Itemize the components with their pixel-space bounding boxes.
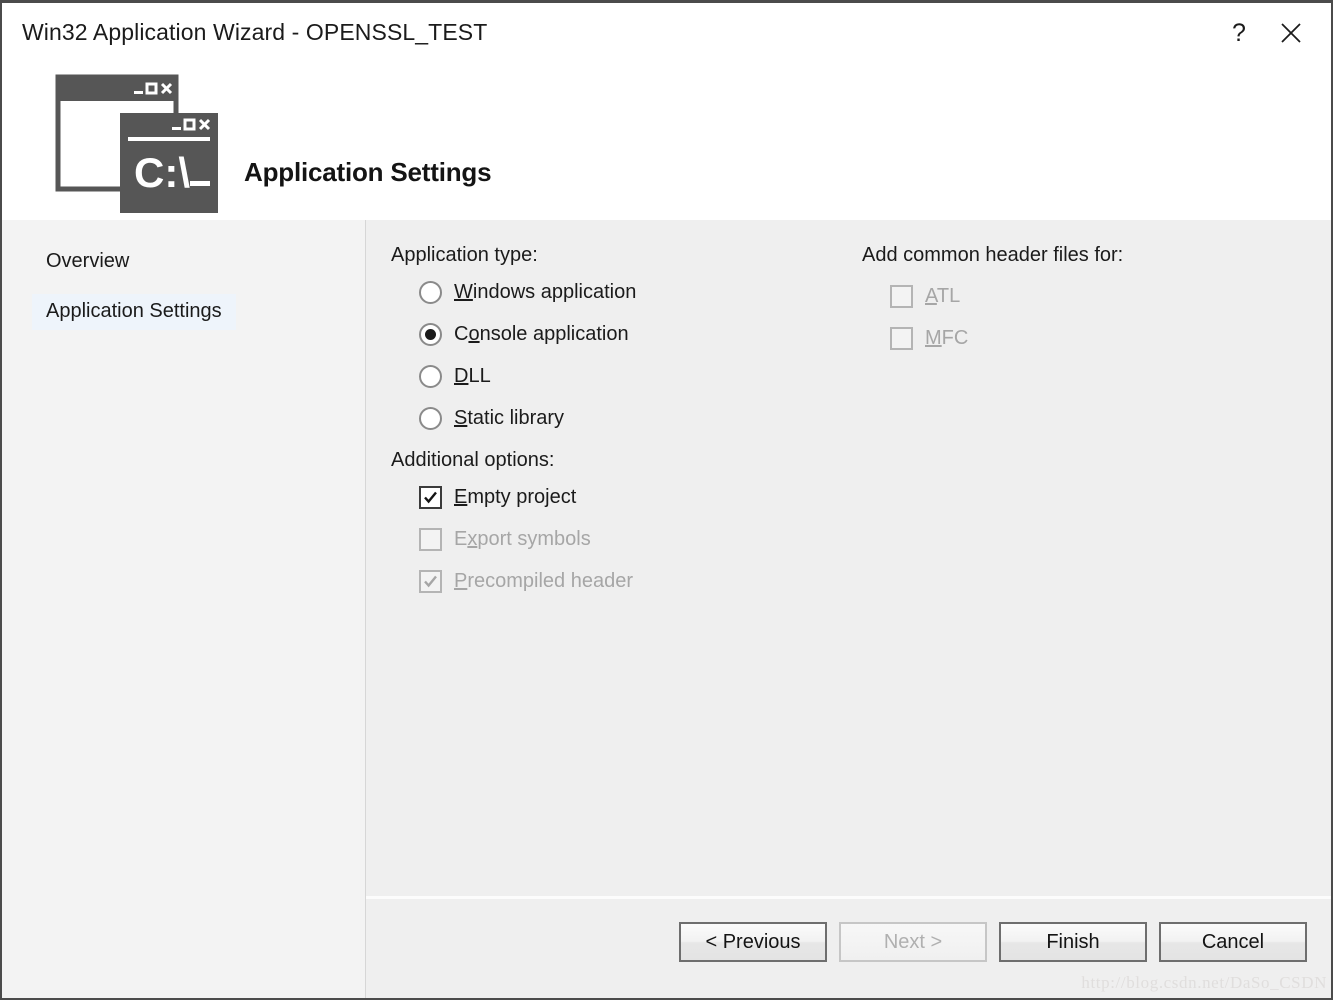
wizard-button-row: < Previous Next > Finish Cancel [679,922,1307,962]
checkbox-label: Precompiled header [454,569,633,592]
sidebar: Overview Application Settings [2,220,366,998]
checkbox-indicator [419,527,442,551]
checkbox-indicator [419,569,442,593]
window-title: Win32 Application Wizard - OPENSSL_TEST [22,19,488,45]
sidebar-item-overview[interactable]: Overview [32,244,143,280]
title-bar: Win32 Application Wizard - OPENSSL_TEST … [2,3,1331,65]
checkbox-mfc: MFC [890,321,1123,355]
sidebar-row-overview: Overview [2,244,365,280]
checkbox-label: Export symbols [454,527,591,550]
checkbox-label: Empty project [454,485,577,508]
radio-windows-application[interactable]: Windows application [419,275,636,309]
radio-label: Static library [454,406,565,429]
additional-options-label: Additional options: [391,449,555,471]
radio-indicator[interactable] [419,280,442,304]
sidebar-row-application-settings: Application Settings [2,294,365,330]
radio-label: DLL [454,364,491,387]
left-column: Application type: Windows application Co… [391,244,636,606]
checkbox-indicator [890,326,913,350]
radio-indicator[interactable] [419,322,442,346]
radio-indicator[interactable] [419,364,442,388]
radio-label: Windows application [454,280,637,303]
content-panel: Application type: Windows application Co… [366,220,1331,899]
watermark: http://blog.csdn.net/DaSo_CSDN [1081,973,1327,992]
radio-label: Console application [454,322,629,345]
radio-static-library[interactable]: Static library [419,401,636,435]
close-icon [1278,20,1304,46]
application-type-label: Application type: [391,244,538,266]
finish-button[interactable]: Finish [999,922,1147,962]
close-button[interactable] [1265,9,1317,57]
checkbox-export-symbols: Export symbols [419,522,636,556]
checkbox-atl: ATL [890,279,1123,313]
footer: < Previous Next > Finish Cancel http://b… [366,899,1331,998]
radio-indicator[interactable] [419,406,442,430]
checkbox-label: MFC [925,326,969,349]
radio-console-application[interactable]: Console application [419,317,636,351]
checkbox-precompiled-header: Precompiled header [419,564,636,598]
console-window-icon: C:\ [50,65,236,215]
cancel-button[interactable]: Cancel [1159,922,1307,962]
header-files-label: Add common header files for: [862,244,1124,266]
banner: C:\ Application Settings [2,65,1331,220]
page-title: Application Settings [244,157,492,187]
sidebar-item-application-settings[interactable]: Application Settings [32,294,236,330]
content-wrapper: Application type: Windows application Co… [366,220,1331,998]
wizard-window: Win32 Application Wizard - OPENSSL_TEST … [0,0,1333,1000]
radio-dll[interactable]: DLL [419,359,636,393]
checkbox-indicator [890,284,913,308]
right-column: Add common header files for: ATL MFC [862,244,1123,363]
checkbox-empty-project[interactable]: Empty project [419,480,636,514]
question-mark-icon: ? [1232,18,1246,47]
previous-button[interactable]: < Previous [679,922,827,962]
help-button[interactable]: ? [1213,9,1265,57]
title-bar-buttons: ? [1213,9,1317,57]
body: Overview Application Settings Applicatio… [2,220,1331,998]
svg-text:C:\: C:\ [134,149,190,196]
checkbox-label: ATL [925,284,961,307]
next-button: Next > [839,922,987,962]
checkbox-indicator[interactable] [419,485,442,509]
